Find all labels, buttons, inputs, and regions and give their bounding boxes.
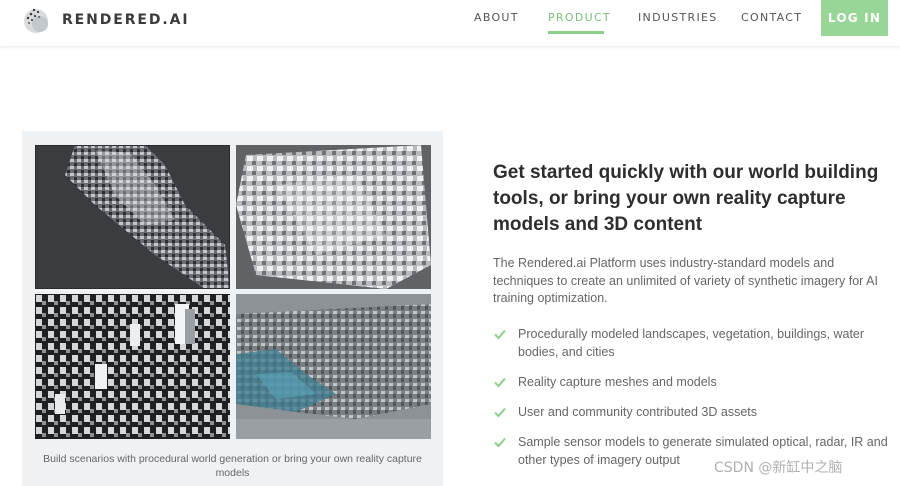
dense-city-dark-image [35, 294, 230, 439]
check-icon [494, 407, 506, 418]
check-icon [494, 437, 506, 448]
nav-about[interactable]: ABOUT [474, 11, 519, 24]
check-icon [494, 377, 506, 388]
feature-item: Procedurally modeled landscapes, vegetat… [493, 326, 893, 361]
feature-text: Procedurally modeled landscapes, vegetat… [518, 327, 865, 359]
feature-item: Reality capture meshes and models [493, 374, 893, 392]
watermark: CSDN @新缸中之脑 [714, 460, 843, 476]
brand-logo[interactable]: RENDERED.AI [22, 4, 189, 36]
procedural-city-light-image [236, 145, 431, 289]
brand-name: RENDERED.AI [62, 12, 190, 28]
site-header: RENDERED.AI ABOUT PRODUCT INDUSTRIES CON… [0, 0, 900, 46]
section-heading: Get started quickly with our world build… [493, 162, 879, 235]
section-intro: The Rendered.ai Platform uses industry-s… [493, 256, 878, 305]
nav-industries[interactable]: INDUSTRIES [638, 11, 718, 24]
nav-contact[interactable]: CONTACT [741, 11, 802, 24]
check-icon [494, 329, 506, 340]
procedural-city-dark-image [35, 145, 230, 289]
feature-item: User and community contributed 3D assets [493, 404, 893, 422]
dotted-circle-logo-icon [24, 8, 48, 33]
gallery-caption: Build scenarios with procedural world ge… [43, 453, 422, 479]
gallery-panel: Build scenarios with procedural world ge… [22, 131, 443, 486]
login-button[interactable]: LOG IN [821, 0, 888, 36]
reality-capture-coastal-city-image [236, 294, 431, 439]
nav-product[interactable]: PRODUCT [548, 11, 611, 24]
active-nav-indicator [548, 31, 604, 34]
feature-text: Reality capture meshes and models [518, 375, 717, 389]
feature-text: User and community contributed 3D assets [518, 405, 757, 419]
